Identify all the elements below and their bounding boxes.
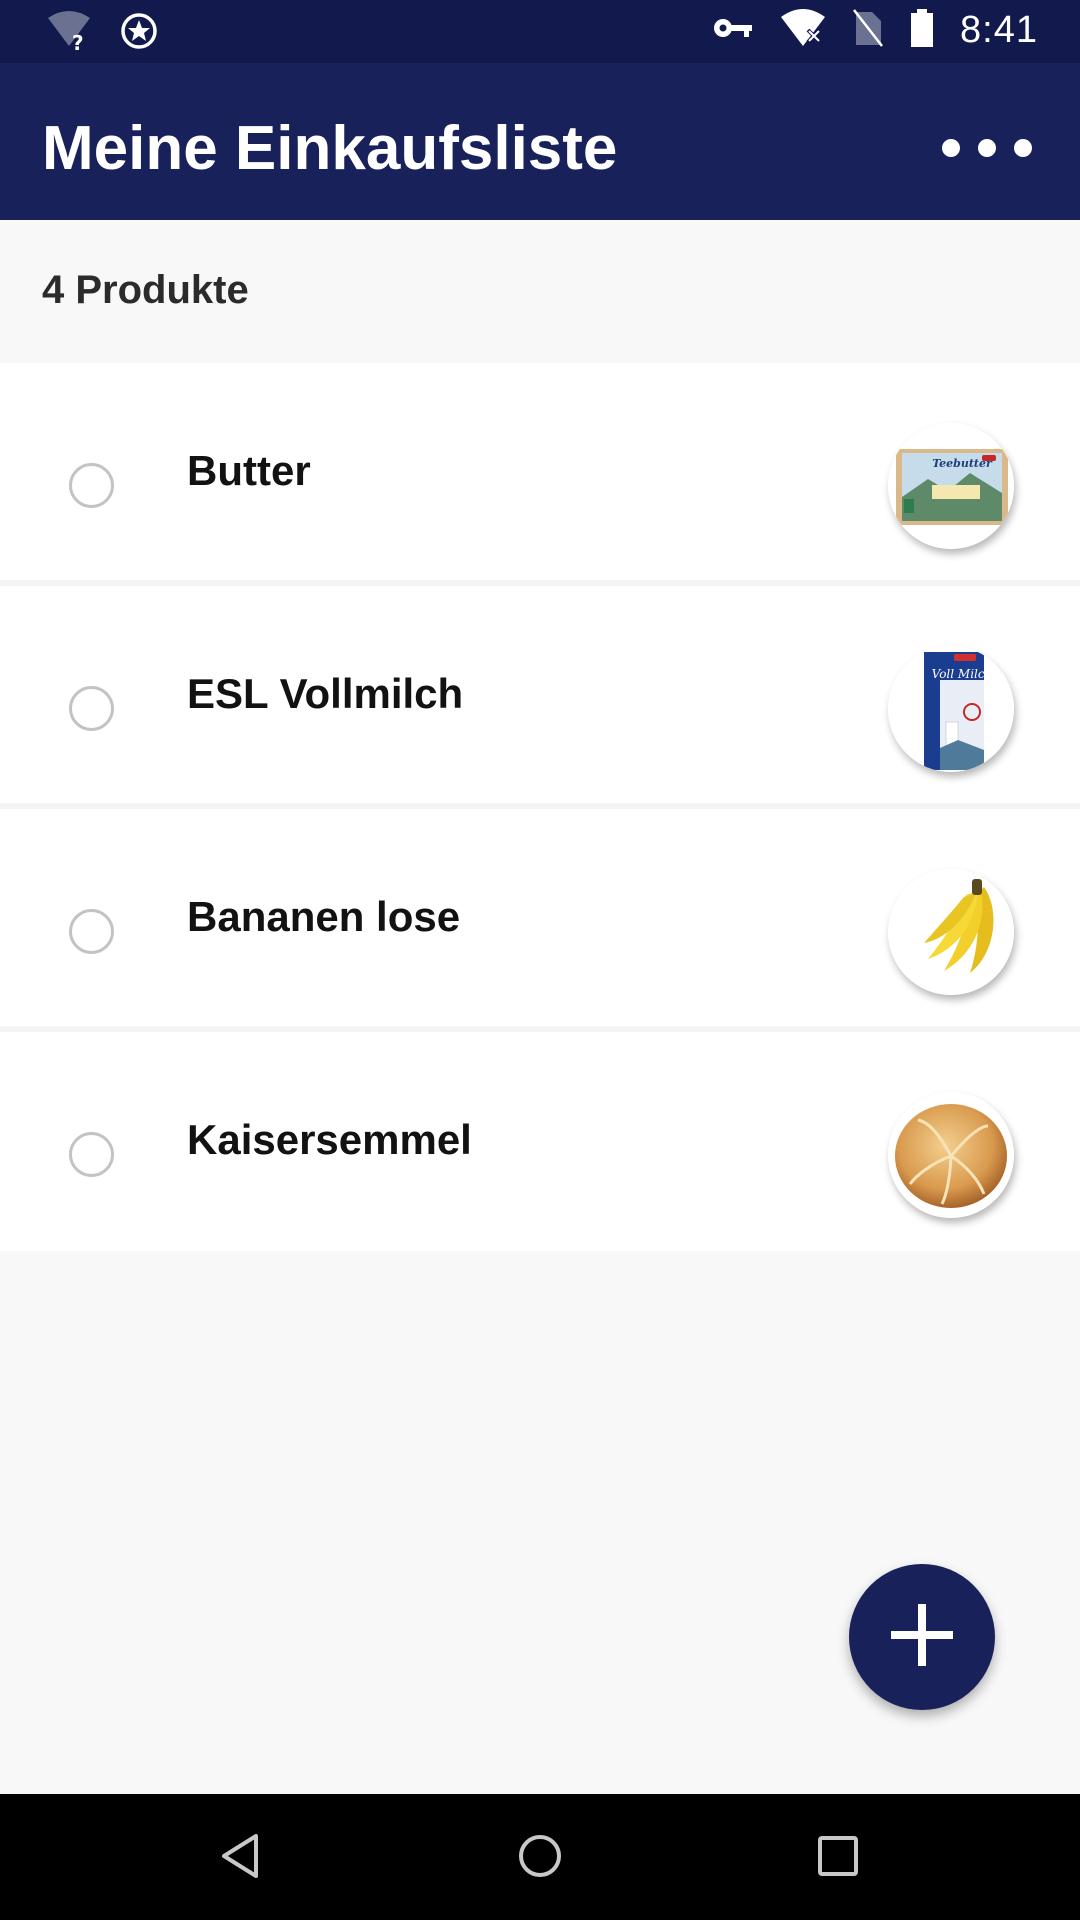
list-item[interactable]: Bananen lose [0,809,1080,1032]
butter-package-image: Teebutter [888,423,1014,549]
home-button[interactable] [508,1824,572,1888]
product-count-bar: 4 Produkte [0,220,1080,363]
add-item-button[interactable] [849,1564,995,1710]
item-label: Kaisersemmel [187,1116,472,1163]
list-item[interactable]: Kaisersemmel [0,1032,1080,1251]
wifi-off-icon [780,8,826,53]
item-checkbox[interactable] [69,686,114,731]
system-nav-bar [0,1794,1080,1920]
home-icon [519,1835,561,1877]
svg-text:?: ? [72,31,84,52]
status-time: 8:41 [960,9,1038,51]
milk-carton-image: Voll Milch [888,646,1014,772]
item-label: ESL Vollmilch [187,670,464,717]
status-bar-left: ? [46,10,158,57]
back-icon [222,1834,258,1878]
battery-icon [910,8,934,53]
no-sim-icon [852,8,884,53]
milk-carton-text: Voll Milch [932,667,993,681]
status-bar: ? 8:41 [0,0,1080,63]
more-options-button[interactable] [942,123,1032,173]
star-badge-icon [120,12,158,55]
item-checkbox[interactable] [69,1132,114,1177]
bananas-image [888,869,1014,995]
more-horizontal-icon [942,139,960,157]
list-item[interactable]: Butter Teebutter [0,363,1080,586]
bread-roll-image [888,1092,1014,1218]
product-count: 4 Produkte [42,268,249,312]
recents-icon [818,1836,858,1876]
item-checkbox[interactable] [69,463,114,508]
vpn-key-icon [712,15,754,46]
app-bar: Meine Einkaufsliste [0,63,1080,220]
plus-icon [889,1602,955,1673]
list-item[interactable]: ESL Vollmilch Voll Milch [0,586,1080,809]
item-checkbox[interactable] [69,909,114,954]
page-title: Meine Einkaufsliste [42,114,618,183]
item-label: Bananen lose [187,893,461,940]
status-bar-right: 8:41 [712,8,1038,53]
item-label: Butter [187,447,311,494]
wifi-unknown-icon: ? [46,10,92,57]
back-button[interactable] [208,1824,272,1888]
recents-button[interactable] [806,1824,870,1888]
shopping-list: Butter Teebutter ESL Vollmilch Voll Milc… [0,363,1080,1251]
